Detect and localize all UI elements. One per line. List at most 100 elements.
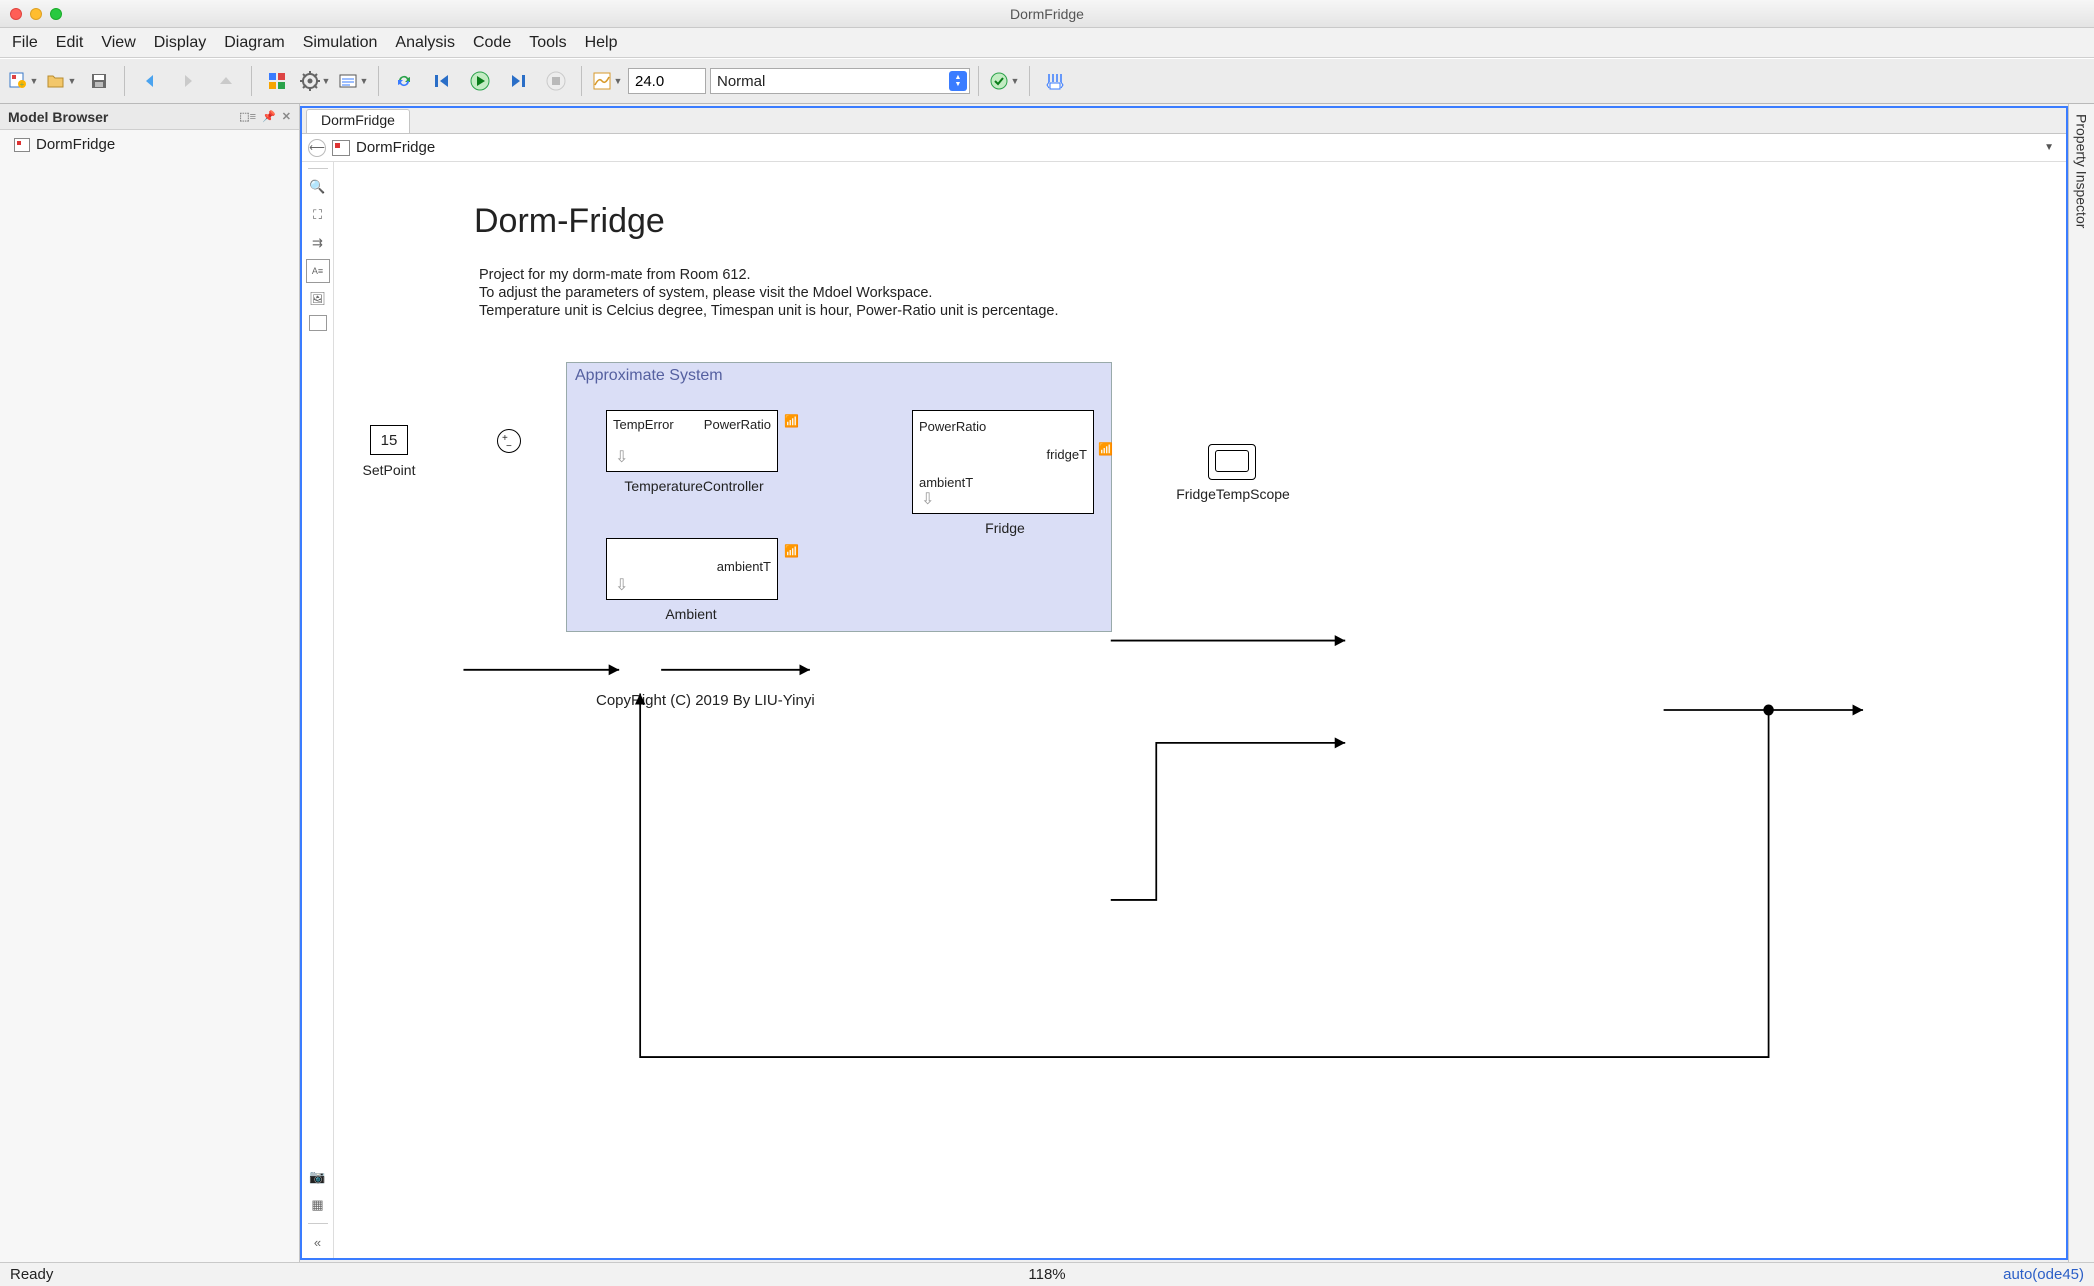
main-body: Model Browser ⬚≡ 📌 ✕ DormFridge DormFrid…: [0, 104, 2094, 1262]
build-button[interactable]: [1038, 64, 1072, 98]
setpoint-block[interactable]: 15: [370, 425, 408, 455]
chevron-down-icon: ▼: [360, 76, 369, 86]
menu-display[interactable]: Display: [154, 34, 206, 52]
image-icon[interactable]: 🖼: [306, 287, 330, 311]
zoom-window-button[interactable]: [50, 8, 62, 20]
menu-code[interactable]: Code: [473, 34, 511, 52]
screenshot-icon[interactable]: 📷: [306, 1165, 330, 1189]
menu-view[interactable]: View: [101, 34, 135, 52]
breadcrumb-back-button[interactable]: ⟵: [308, 139, 326, 157]
fridge-block[interactable]: PowerRatio ambientT fridgeT ⇩: [912, 410, 1094, 514]
breadcrumb-dropdown-icon[interactable]: ▼: [2044, 142, 2060, 153]
chevron-down-icon: ▼: [1011, 76, 1020, 86]
save-button[interactable]: [82, 64, 116, 98]
open-button[interactable]: ▼: [44, 64, 78, 98]
chevron-down-icon: ▼: [614, 76, 623, 86]
canvas-palette: 🔍 ⛶ ⇉ A≡ 🖼 📷 ▦ «: [302, 162, 334, 1258]
menu-diagram[interactable]: Diagram: [224, 34, 284, 52]
stop-time-input[interactable]: [628, 68, 706, 94]
breadcrumb-name[interactable]: DormFridge: [356, 139, 435, 156]
status-zoom[interactable]: 118%: [1028, 1266, 1065, 1283]
traffic-lights: [10, 8, 62, 20]
diagram-description-annotation[interactable]: Project for my dorm-mate from Room 612. …: [479, 266, 1059, 320]
up-button[interactable]: [209, 64, 243, 98]
data-inspector-button[interactable]: ▼: [590, 64, 624, 98]
scope-block[interactable]: [1208, 444, 1256, 480]
model-tree: DormFridge: [0, 130, 299, 159]
svg-text:+: +: [19, 80, 24, 89]
area-icon[interactable]: [309, 315, 327, 331]
menu-file[interactable]: File: [12, 34, 38, 52]
close-window-button[interactable]: [10, 8, 22, 20]
menu-simulation[interactable]: Simulation: [303, 34, 378, 52]
toolbar-separator: [378, 66, 379, 96]
forward-button[interactable]: [171, 64, 205, 98]
model-config-button[interactable]: ▼: [298, 64, 332, 98]
tree-item-root[interactable]: DormFridge: [10, 134, 289, 155]
status-bar: Ready 118% auto(ode45): [0, 1262, 2094, 1286]
fridge-label: Fridge: [970, 520, 1040, 536]
temperature-controller-block[interactable]: TempError PowerRatio ⇩: [606, 410, 778, 472]
annotation-icon[interactable]: A≡: [306, 259, 330, 283]
toolbar-separator: [978, 66, 979, 96]
status-solver[interactable]: auto(ode45): [2003, 1266, 2084, 1283]
step-forward-button[interactable]: [501, 64, 535, 98]
toolbar-separator: [251, 66, 252, 96]
sum-block[interactable]: +−: [497, 429, 521, 453]
model-icon: [14, 138, 30, 152]
library-browser-button[interactable]: [260, 64, 294, 98]
subsystem-arrow-icon: ⇩: [921, 489, 934, 509]
simulation-mode-select[interactable]: Normal ▲▼: [710, 68, 970, 94]
run-button[interactable]: [463, 64, 497, 98]
breadcrumb-bar: ⟵ DormFridge ▼: [302, 134, 2066, 162]
collapse-palette-icon[interactable]: «: [306, 1230, 330, 1254]
subsystem-arrow-icon: ⇩: [615, 447, 628, 467]
ambient-block[interactable]: ambientT ⇩: [606, 538, 778, 600]
diagram-title-annotation[interactable]: Dorm-Fridge: [474, 202, 665, 241]
new-model-button[interactable]: + ▼: [6, 64, 40, 98]
pin-icon[interactable]: 📌: [262, 110, 276, 123]
filter-icon[interactable]: ⬚≡: [239, 110, 256, 123]
step-back-button[interactable]: [425, 64, 459, 98]
ambient-output-port: ambientT: [717, 559, 771, 574]
signal-wires: [334, 162, 2066, 1258]
checkmark-button[interactable]: ▼: [987, 64, 1021, 98]
menu-analysis[interactable]: Analysis: [395, 34, 455, 52]
signal-logging-icon: 📶: [1098, 442, 1113, 456]
model-browser-title: Model Browser: [8, 109, 108, 125]
zoom-in-icon[interactable]: 🔍: [306, 175, 330, 199]
model-data-icon[interactable]: ▦: [306, 1193, 330, 1217]
area-label: Approximate System: [575, 367, 723, 385]
canvas-main: 🔍 ⛶ ⇉ A≡ 🖼 📷 ▦ « Dorm-Fridge Project for…: [302, 162, 2066, 1258]
simulation-mode-value: Normal: [717, 73, 765, 90]
window-title: DormFridge: [0, 6, 2094, 22]
chevron-down-icon: ▼: [322, 76, 331, 86]
back-button[interactable]: [133, 64, 167, 98]
menu-tools[interactable]: Tools: [529, 34, 566, 52]
model-browser-header: Model Browser ⬚≡ 📌 ✕: [0, 104, 299, 130]
property-inspector-tab[interactable]: Property Inspector: [2068, 104, 2094, 1262]
toolbar-separator: [1029, 66, 1030, 96]
status-ready: Ready: [10, 1266, 53, 1283]
tab-strip: DormFridge: [302, 108, 2066, 134]
menu-edit[interactable]: Edit: [56, 34, 84, 52]
tab-model[interactable]: DormFridge: [306, 109, 410, 133]
chevron-down-icon: ▼: [68, 76, 77, 86]
log-viewer-button[interactable]: ▼: [336, 64, 370, 98]
tc-output-port: PowerRatio: [704, 417, 771, 432]
menu-help[interactable]: Help: [585, 34, 618, 52]
copyright-annotation[interactable]: CopyRight (C) 2019 By LIU-Yinyi: [596, 692, 815, 709]
auto-arrange-icon[interactable]: ⇉: [306, 231, 330, 255]
property-inspector-label: Property Inspector: [2074, 114, 2090, 228]
fridge-input1-port: PowerRatio: [919, 419, 986, 434]
close-pane-icon[interactable]: ✕: [282, 110, 291, 123]
minimize-window-button[interactable]: [30, 8, 42, 20]
fridge-input2-port: ambientT: [919, 475, 973, 490]
fit-to-view-icon[interactable]: ⛶: [306, 203, 330, 227]
update-diagram-button[interactable]: [387, 64, 421, 98]
block-diagram-canvas[interactable]: Dorm-Fridge Project for my dorm-mate fro…: [334, 162, 2066, 1258]
stop-button[interactable]: [539, 64, 573, 98]
menu-bar: File Edit View Display Diagram Simulatio…: [0, 28, 2094, 58]
signal-logging-icon: 📶: [784, 544, 799, 558]
model-icon: [332, 140, 350, 156]
